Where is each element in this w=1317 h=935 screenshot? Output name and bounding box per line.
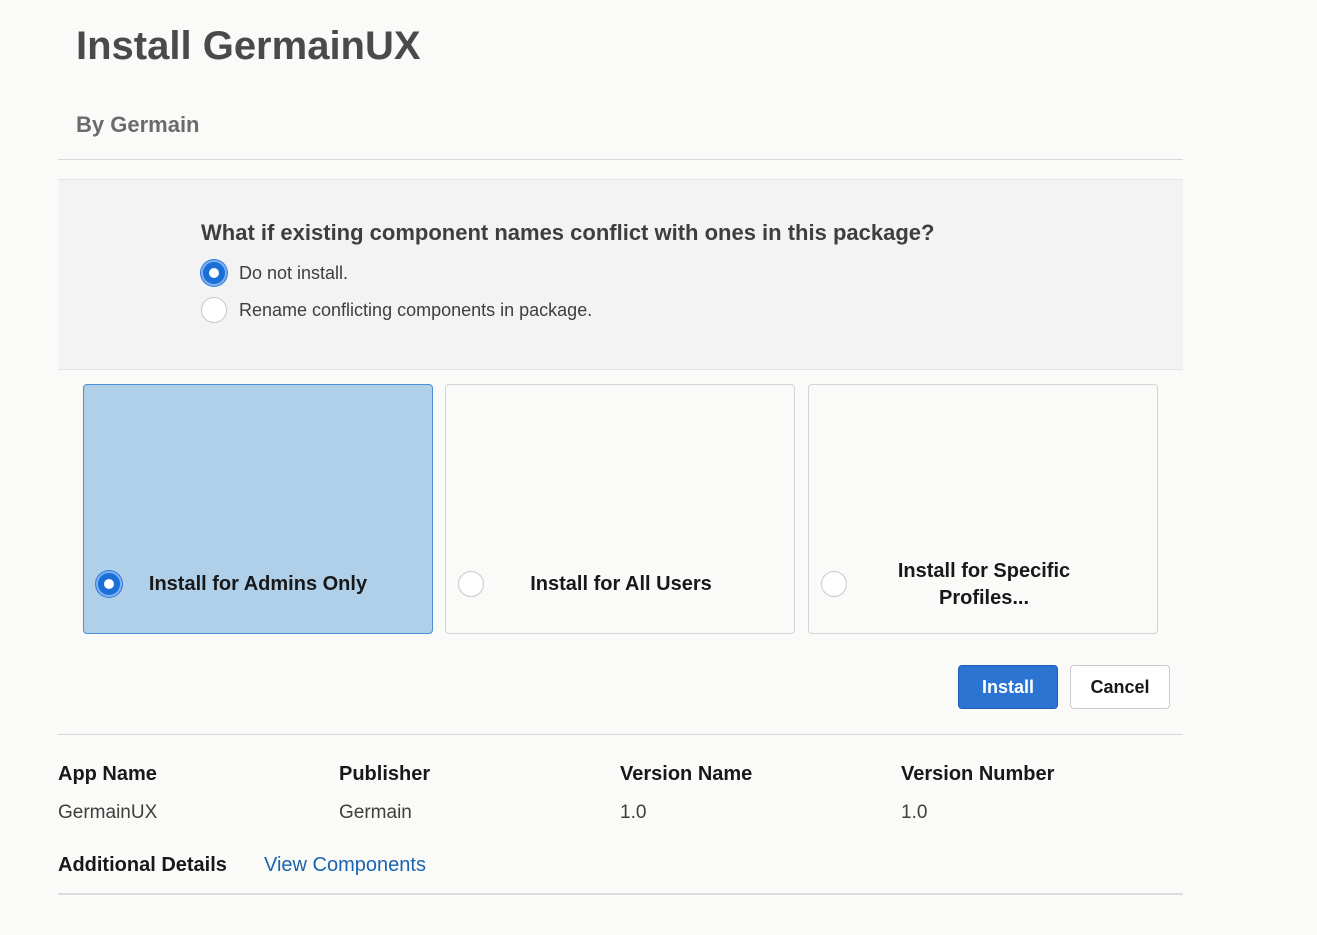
publisher-value: Germain bbox=[339, 802, 412, 823]
version-name-value: 1.0 bbox=[620, 802, 647, 823]
app-name-value: GermainUX bbox=[58, 802, 158, 823]
additional-details-label: Additional Details bbox=[58, 854, 227, 876]
cancel-button[interactable]: Cancel bbox=[1070, 665, 1170, 709]
publisher-byline: By Germain bbox=[76, 112, 200, 137]
publisher-header: Publisher bbox=[339, 763, 431, 785]
version-name-header: Version Name bbox=[620, 763, 753, 785]
radio-unselected-icon[interactable] bbox=[458, 571, 484, 597]
install-option-label: Install for All Users bbox=[530, 573, 712, 595]
radio-selected-icon[interactable] bbox=[96, 571, 122, 597]
conflict-section: What if existing component names conflic… bbox=[58, 179, 1183, 370]
divider bbox=[58, 734, 1183, 735]
install-button[interactable]: Install bbox=[958, 665, 1058, 709]
view-components-link[interactable]: View Components bbox=[264, 854, 426, 877]
version-number-header: Version Number bbox=[901, 763, 1055, 785]
radio-unselected-icon[interactable] bbox=[821, 571, 847, 597]
install-option-label: Install for Specific Profiles... bbox=[897, 560, 1071, 609]
conflict-option-rename[interactable]: Rename conflicting components in package… bbox=[201, 297, 592, 323]
version-number-value: 1.0 bbox=[901, 802, 928, 823]
radio-unselected-icon[interactable] bbox=[201, 297, 227, 323]
conflict-option-label: Rename conflicting components in package… bbox=[239, 299, 593, 320]
conflict-option-label: Do not install. bbox=[239, 262, 349, 283]
install-option-admins-only[interactable]: Install for Admins Only bbox=[83, 384, 433, 634]
page-title: Install GermainUX bbox=[76, 24, 421, 68]
install-option-specific-profiles[interactable]: Install for Specific Profiles... bbox=[808, 384, 1158, 634]
radio-selected-icon[interactable] bbox=[201, 260, 227, 286]
conflict-option-do-not-install[interactable]: Do not install. bbox=[201, 260, 348, 286]
divider bbox=[58, 893, 1183, 895]
install-package-page: Install GermainUX By Germain What if exi… bbox=[0, 0, 1317, 935]
install-option-label: Install for Admins Only bbox=[148, 573, 368, 595]
divider bbox=[58, 159, 1183, 160]
install-option-all-users[interactable]: Install for All Users bbox=[445, 384, 795, 634]
conflict-question: What if existing component names conflic… bbox=[201, 220, 935, 245]
app-name-header: App Name bbox=[58, 763, 157, 785]
